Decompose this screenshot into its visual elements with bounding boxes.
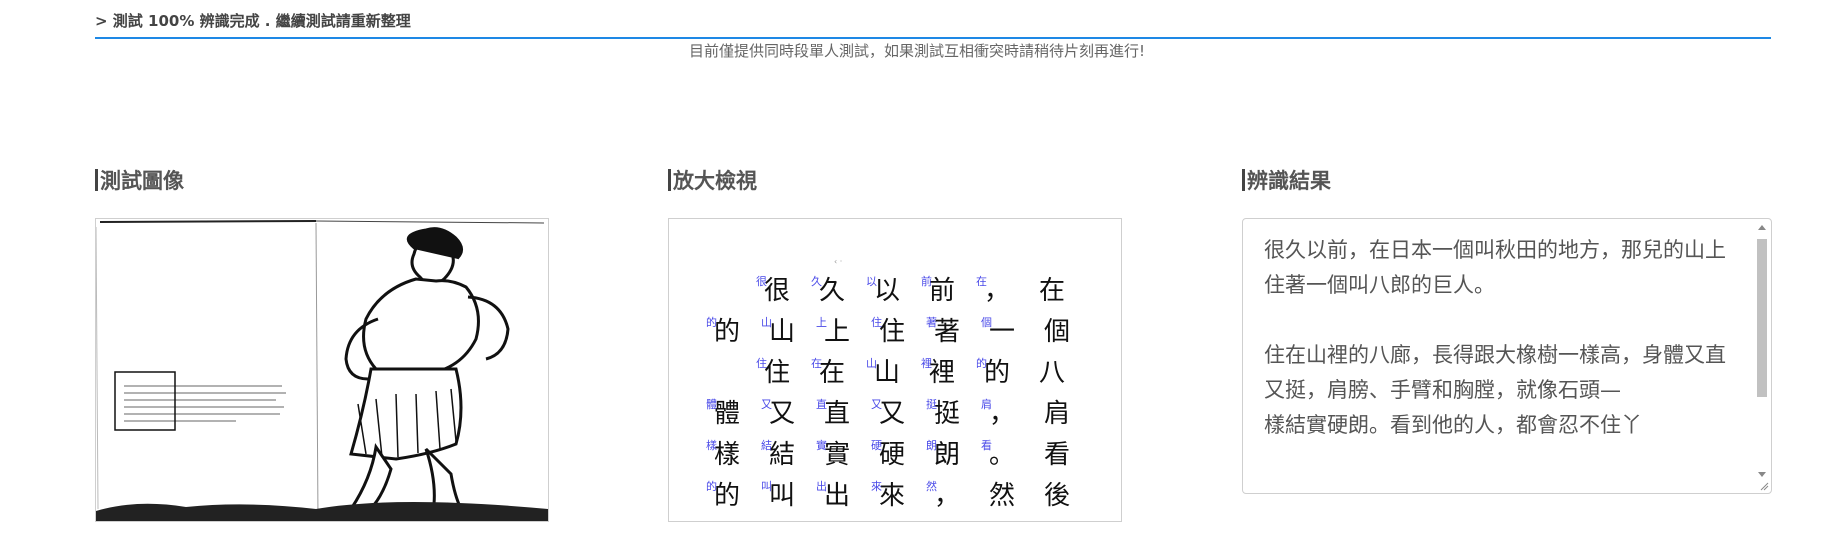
test-image-panel <box>95 218 549 522</box>
notice-message: 目前僅提供同時段單人測試，如果測試互相衝突時請稍待片刻再進行! <box>688 42 1146 60</box>
ocr-annotation-label: 挺 <box>926 397 937 411</box>
test-image-heading-label: 測試圖像 <box>100 169 184 193</box>
zoom-char: 前 <box>929 276 955 306</box>
ocr-annotation-label: 實 <box>816 438 827 452</box>
ocr-annotation-label: 硬 <box>871 439 882 452</box>
scroll-thumb[interactable] <box>1757 239 1767 397</box>
ocr-annotation-label: 前 <box>921 274 932 288</box>
zoom-char: 的 <box>714 481 740 511</box>
zoom-char: 很 <box>764 276 790 306</box>
ocr-annotation-label: 山 <box>866 357 877 370</box>
zoom-char: 看 <box>1044 440 1070 470</box>
zoom-char: 樣 <box>714 440 740 470</box>
zoom-char: 叫 <box>769 481 795 511</box>
heading-bar <box>1242 169 1245 191</box>
ocr-annotation-label: 在 <box>811 357 822 370</box>
ocr-annotation-label: 出 <box>816 479 827 493</box>
zoom-char: 裡 <box>929 358 955 388</box>
ocr-annotation-label: 住 <box>756 356 767 370</box>
zoom-view-heading-label: 放大檢視 <box>673 169 757 193</box>
ocr-annotation-label: 叫 <box>761 480 772 493</box>
ocr-annotation-label: 又 <box>871 398 882 411</box>
ocr-annotation-label: 體 <box>706 398 717 411</box>
ocr-annotation-label: 住 <box>871 315 882 329</box>
zoom-char: 的 <box>714 317 740 347</box>
zoom-char: 結 <box>769 440 795 470</box>
ocr-annotation-label: 很 <box>756 274 767 288</box>
ocr-annotation-label: 的 <box>706 315 717 329</box>
result-textarea[interactable]: 很久以前，在日本一個叫秋田的地方，那兒的山上住著一個叫八郎的巨人。 住在山裡的八… <box>1242 218 1772 494</box>
zoom-char: 出 <box>824 481 850 511</box>
svg-text:‹ ·: ‹ · <box>834 257 842 266</box>
ocr-annotation-label: 來 <box>871 480 882 493</box>
zoom-char: 八 <box>1039 358 1065 388</box>
zoom-char: 朗 <box>934 440 960 470</box>
heading-bar <box>95 169 98 191</box>
zoom-char: 在 <box>819 358 845 388</box>
zoom-char: 山 <box>874 358 900 388</box>
zoom-char: 實 <box>824 440 850 470</box>
ocr-annotation-label: 朗 <box>926 439 937 452</box>
ocr-annotation-label: 肩 <box>981 397 992 411</box>
heading-bar <box>668 169 671 191</box>
zoom-char: 直 <box>824 399 850 429</box>
scroll-down-arrow-icon[interactable] <box>1758 472 1766 477</box>
result-text[interactable]: 很久以前，在日本一個叫秋田的地方，那兒的山上住著一個叫八郎的巨人。 住在山裡的八… <box>1264 233 1744 493</box>
zoom-char: 在 <box>1039 276 1065 306</box>
status-message: > 測試 100% 辨識完成 . 繼續測試請重新整理 <box>95 10 1771 39</box>
ocr-annotation-label: 然 <box>926 479 937 493</box>
ocr-annotation-label: 以 <box>866 275 877 288</box>
zoom-char: 來 <box>879 481 905 511</box>
zoom-char: 以 <box>874 276 900 306</box>
zoom-char: 體 <box>714 399 740 429</box>
book-page-illustration <box>96 219 548 521</box>
zoom-char: 山 <box>769 317 795 347</box>
zoom-char: ， <box>989 399 1015 429</box>
zoom-view-heading: 放大檢視 <box>668 165 757 195</box>
test-image-heading: 測試圖像 <box>95 165 184 195</box>
zoom-char: 硬 <box>879 440 905 470</box>
zoom-char: 挺 <box>934 399 960 429</box>
scroll-up-arrow-icon[interactable] <box>1758 225 1766 230</box>
result-heading: 辨識結果 <box>1242 165 1331 195</box>
ocr-annotation-label: 上 <box>816 316 827 329</box>
zoom-char: 上 <box>824 317 850 347</box>
zoom-char: 個 <box>1044 317 1070 347</box>
ocr-annotation-label: 的 <box>706 479 717 493</box>
zoom-char: 又 <box>879 399 905 429</box>
result-heading-label: 辨識結果 <box>1247 169 1331 193</box>
ocr-annotation-label: 的 <box>976 356 987 370</box>
zoom-char: 後 <box>1044 481 1070 511</box>
ocr-annotation-label: 結 <box>761 438 772 452</box>
zoom-char: 一 <box>989 317 1015 347</box>
zoom-char: ， <box>984 276 1010 306</box>
zoom-char: 的 <box>984 358 1010 388</box>
ocr-annotation-label: 直 <box>816 397 827 411</box>
zoom-char: 著 <box>934 317 960 347</box>
ocr-annotation-label: 又 <box>761 398 772 411</box>
zoom-char: ， <box>934 481 960 511</box>
zoomed-text-image: ‹ · 很久以前，在的山上住著一個住在山裡的八體又直又挺，肩樣結實硬朗。看的叫出… <box>669 219 1121 521</box>
result-scrollbar[interactable] <box>1755 223 1769 489</box>
ocr-annotation-label: 著 <box>926 315 937 329</box>
zoom-char: 然 <box>989 481 1015 511</box>
ocr-annotation-label: 久 <box>811 275 822 288</box>
ocr-annotation-label: 裡 <box>921 356 932 370</box>
zoom-char: 。 <box>989 440 1015 470</box>
zoom-char: 久 <box>819 276 845 306</box>
ocr-annotation-label: 在 <box>976 275 987 288</box>
zoom-view-panel: ‹ · 很久以前，在的山上住著一個住在山裡的八體又直又挺，肩樣結實硬朗。看的叫出… <box>668 218 1122 522</box>
resize-grip-icon[interactable] <box>1759 481 1769 491</box>
ocr-annotation-label: 山 <box>761 316 772 329</box>
zoom-char: 肩 <box>1044 399 1070 429</box>
ocr-annotation-label: 個 <box>981 316 992 329</box>
zoom-char: 住 <box>764 358 790 388</box>
ocr-annotation-label: 看 <box>981 438 992 452</box>
zoom-char: 住 <box>879 317 905 347</box>
ocr-annotation-label: 樣 <box>706 438 717 452</box>
zoom-char: 又 <box>769 399 795 429</box>
